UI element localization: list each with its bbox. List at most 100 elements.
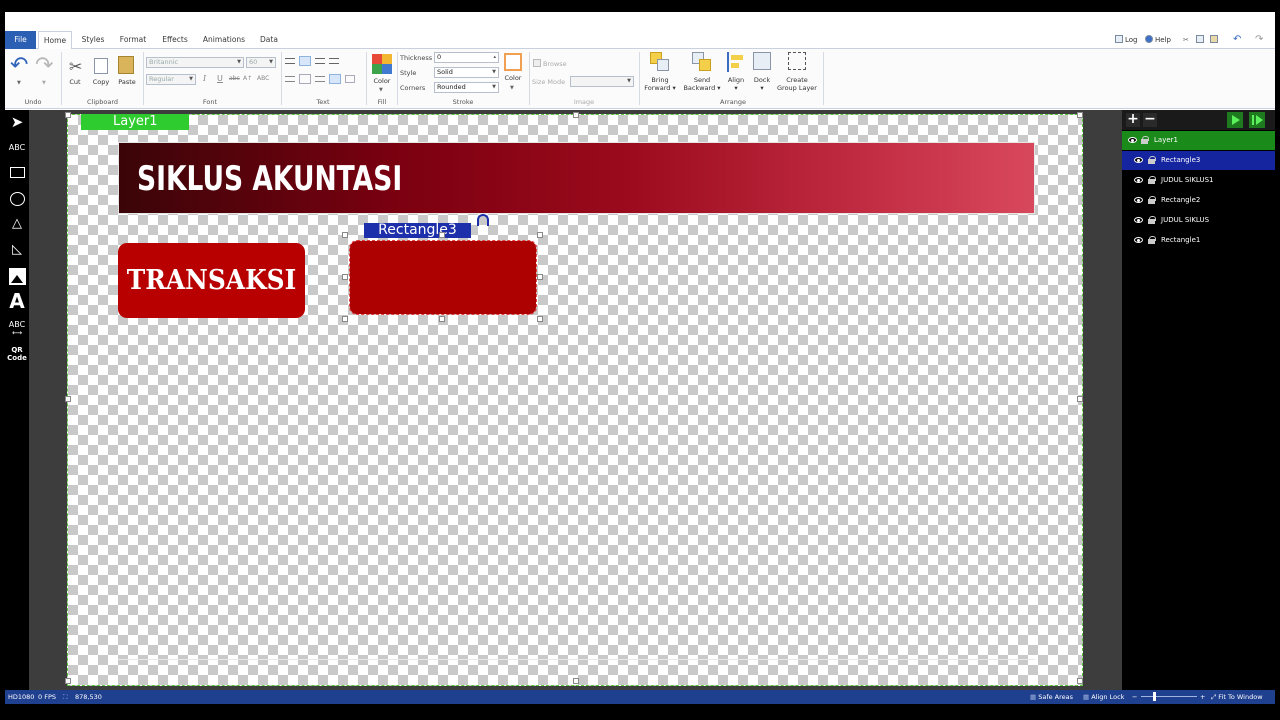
resize-handle-ne[interactable] xyxy=(537,232,543,238)
visibility-eye-icon[interactable] xyxy=(1134,217,1143,223)
layer-handle-ne[interactable] xyxy=(1077,112,1083,118)
stroke-color-button[interactable]: Color xyxy=(500,74,526,82)
cut-quick-icon[interactable]: ✂ xyxy=(1183,31,1189,49)
resize-handle-nw[interactable] xyxy=(342,232,348,238)
cut-button[interactable]: Cut xyxy=(65,78,85,86)
rectangle-tool-icon[interactable] xyxy=(5,167,29,178)
visibility-eye-icon[interactable] xyxy=(1134,177,1143,183)
tab-animations[interactable]: Animations xyxy=(201,31,247,49)
align-center-icon[interactable] xyxy=(299,56,311,66)
paste-button[interactable]: Paste xyxy=(115,78,139,86)
lock-icon[interactable] xyxy=(1148,236,1156,244)
visibility-eye-icon[interactable] xyxy=(1134,197,1143,203)
image-tool-icon[interactable] xyxy=(5,268,29,285)
ellipse-tool-icon[interactable] xyxy=(5,192,29,206)
stroke-style-select[interactable]: Solid ▼ xyxy=(434,67,499,78)
corners-select[interactable]: Rounded ▼ xyxy=(434,82,499,93)
lock-icon[interactable] xyxy=(1148,176,1156,184)
log-button[interactable]: Log xyxy=(1115,31,1138,49)
lock-icon[interactable] xyxy=(1148,216,1156,224)
redo-quick-icon[interactable]: ↷ xyxy=(1255,31,1263,49)
layer-handle-e[interactable] xyxy=(1077,396,1083,402)
transaksi-box[interactable]: TRANSAKSI xyxy=(118,243,305,318)
qr-code-tool-button[interactable]: QR Code xyxy=(5,346,29,362)
layer-handle-nw[interactable] xyxy=(65,112,71,118)
valign-top-icon[interactable] xyxy=(285,76,295,82)
zoom-in-button[interactable]: + xyxy=(1200,690,1205,704)
visibility-eye-icon[interactable] xyxy=(1134,157,1143,163)
lock-icon[interactable] xyxy=(1148,196,1156,204)
layer-handle-se[interactable] xyxy=(1077,678,1083,684)
wordart-tool-icon[interactable]: A xyxy=(5,290,29,312)
remove-layer-icon[interactable]: − xyxy=(1143,112,1157,127)
title-banner[interactable]: SIKLUS AKUNTASI xyxy=(118,142,1035,214)
font-grow-icon[interactable]: A↑ xyxy=(243,75,252,82)
undo-quick-icon[interactable]: ↶ xyxy=(1233,31,1241,49)
paste-quick-icon[interactable] xyxy=(1210,31,1220,49)
fit-to-window-button[interactable]: ⤢ Fit To Window xyxy=(1211,690,1263,704)
text-tool-button[interactable]: ABC xyxy=(5,143,29,152)
layer-tag[interactable]: Layer1 xyxy=(81,114,189,130)
layer-handle-w[interactable] xyxy=(65,396,71,402)
resize-handle-s[interactable] xyxy=(439,316,445,322)
create-group-layer-button[interactable]: Create Group Layer xyxy=(774,76,820,92)
tab-home[interactable]: Home xyxy=(38,31,72,50)
zoom-slider-thumb[interactable] xyxy=(1153,692,1156,701)
chevron-down-icon[interactable]: ▼ xyxy=(510,85,514,91)
copy-quick-icon[interactable] xyxy=(1196,31,1206,49)
resize-handle-w[interactable] xyxy=(342,274,348,280)
layer-handle-n[interactable] xyxy=(573,112,579,118)
valign-bottom-icon[interactable] xyxy=(315,76,325,82)
align-button[interactable]: Align ▾ xyxy=(723,76,749,92)
bring-forward-button[interactable]: Bring Forward ▾ xyxy=(643,76,677,92)
layer-row[interactable]: Layer1 xyxy=(1122,131,1275,150)
underline-icon[interactable]: U xyxy=(217,74,223,83)
resize-handle-e[interactable] xyxy=(537,274,543,280)
justify-icon[interactable] xyxy=(329,58,339,64)
thickness-input[interactable]: 0 ▴ xyxy=(434,52,499,63)
pointer-tool-icon[interactable]: ➤ xyxy=(5,114,29,130)
tab-data[interactable]: Data xyxy=(257,31,281,49)
size-mode-select[interactable]: ▼ xyxy=(570,76,634,87)
add-layer-icon[interactable]: + xyxy=(1126,112,1140,127)
help-button[interactable]: Help xyxy=(1145,31,1171,49)
layer-row-selected[interactable]: Rectangle3 xyxy=(1122,151,1275,170)
rotate-handle-icon[interactable] xyxy=(477,214,489,226)
selected-rectangle[interactable] xyxy=(349,240,537,315)
chevron-down-icon[interactable]: ▼ xyxy=(379,87,383,93)
layer-row[interactable]: Rectangle1 xyxy=(1122,231,1275,250)
textpath-tool-button[interactable]: ABC ⟷ xyxy=(5,320,29,337)
font-style-select[interactable]: Regular ▼ xyxy=(146,74,196,85)
canvas[interactable]: Layer1 SIKLUS AKUNTASI TRANSAKSI Rectang… xyxy=(65,112,1083,686)
font-family-select[interactable]: Britannic ▼ xyxy=(146,57,244,68)
resize-handle-sw[interactable] xyxy=(342,316,348,322)
strikethrough-icon[interactable]: abc xyxy=(229,75,240,82)
undo-dropdown-icon[interactable]: ▼ xyxy=(17,80,21,86)
play-icon[interactable] xyxy=(1227,112,1243,128)
visibility-eye-icon[interactable] xyxy=(1134,237,1143,243)
font-case-icon[interactable]: ABC xyxy=(257,75,269,82)
align-lock-toggle[interactable]: ▦ Align Lock xyxy=(1083,690,1124,704)
zoom-out-button[interactable]: − xyxy=(1132,690,1137,704)
undo-icon[interactable]: ↶ xyxy=(10,55,28,77)
redo-dropdown-icon[interactable]: ▼ xyxy=(42,80,46,86)
triangle-tool-icon[interactable]: △ xyxy=(5,216,29,231)
fill-color-button[interactable]: Color xyxy=(369,77,395,85)
layer-handle-sw[interactable] xyxy=(65,678,71,684)
resize-handle-se[interactable] xyxy=(537,316,543,322)
redo-icon[interactable]: ↷ xyxy=(35,55,53,77)
line-tool-icon[interactable]: ◺ xyxy=(5,242,29,257)
align-right-icon[interactable] xyxy=(315,58,325,64)
tab-effects[interactable]: Effects xyxy=(158,31,192,49)
valign-middle-icon[interactable] xyxy=(299,74,311,84)
lock-icon[interactable] xyxy=(1141,136,1149,144)
send-backward-button[interactable]: Send Backward ▾ xyxy=(682,76,722,92)
text-fit-icon[interactable] xyxy=(329,74,341,84)
tab-format[interactable]: Format xyxy=(117,31,149,49)
text-wrap-icon[interactable] xyxy=(345,75,355,83)
resize-handle-n[interactable] xyxy=(439,232,445,238)
play-all-icon[interactable] xyxy=(1249,112,1265,128)
safe-areas-toggle[interactable]: ▦ Safe Areas xyxy=(1030,690,1073,704)
visibility-eye-icon[interactable] xyxy=(1128,137,1137,143)
italic-icon[interactable]: I xyxy=(203,74,206,83)
